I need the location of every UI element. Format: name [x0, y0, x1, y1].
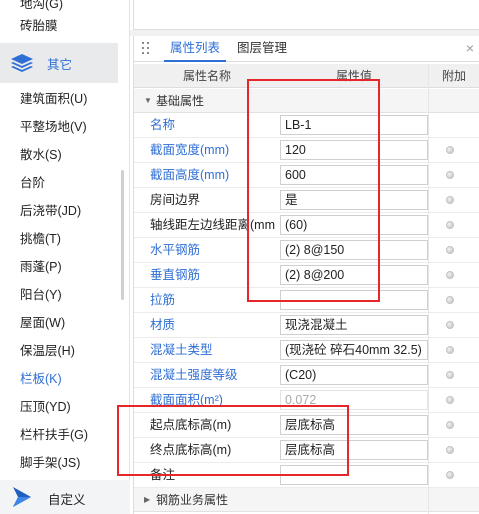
- property-name: 拉筋: [150, 293, 176, 307]
- property-value-field[interactable]: [280, 290, 428, 310]
- close-icon[interactable]: ×: [466, 40, 474, 56]
- drawing-area-top[interactable]: [133, 0, 479, 30]
- property-value-field[interactable]: 0.072: [280, 390, 428, 410]
- custom-play-icon: [13, 487, 31, 507]
- attach-checkbox[interactable]: [446, 246, 454, 254]
- sidebar-item-parapet[interactable]: 栏板(K): [20, 369, 62, 389]
- sidebar-item-canopy[interactable]: 雨蓬(P): [20, 257, 62, 277]
- header-value: 属性值: [335, 69, 372, 83]
- property-value-field[interactable]: (60): [280, 215, 428, 235]
- sidebar-item-steps[interactable]: 台阶: [20, 173, 45, 193]
- property-name: 混凝土强度等级: [150, 368, 238, 382]
- attach-checkbox[interactable]: [446, 371, 454, 379]
- sidebar-item-brick-mold[interactable]: 砖胎膜: [20, 16, 58, 36]
- sidebar-item-post-pour-strip[interactable]: 后浇带(JD): [20, 201, 81, 221]
- property-panel: 属性列表 图层管理 × 属性名称 属性值 附加 ▼ 基础属性 名称 LB-1 截面宽…: [133, 36, 479, 514]
- property-value-field[interactable]: (C20): [280, 365, 428, 385]
- property-name: 截面高度(mm): [150, 168, 230, 182]
- attach-checkbox[interactable]: [446, 296, 454, 304]
- sidebar-item-cornice[interactable]: 挑檐(T): [20, 229, 61, 249]
- property-value-field[interactable]: 120: [280, 140, 428, 160]
- property-name: 起点底标高(m): [150, 418, 232, 432]
- property-value-field[interactable]: LB-1: [280, 115, 428, 135]
- sidebar-item-apron[interactable]: 散水(S): [20, 145, 62, 165]
- panel-tabs: 属性列表 图层管理 ×: [134, 36, 479, 62]
- section-basic-label: 基础属性: [156, 94, 205, 108]
- sidebar-item-site-leveling[interactable]: 平整场地(V): [20, 117, 87, 137]
- tab-property-list[interactable]: 属性列表: [164, 36, 227, 62]
- drag-grip-icon[interactable]: [142, 42, 150, 56]
- column-divider: [428, 64, 429, 514]
- property-name: 备注: [150, 468, 176, 482]
- property-name: 房间边界: [150, 193, 201, 207]
- attach-checkbox[interactable]: [446, 471, 454, 479]
- sidebar-item-coping[interactable]: 压顶(YD): [20, 397, 71, 417]
- component-sidebar: 地沟(G) 砖胎膜 其它 建筑面积(U) 平整场地(V) 散水(S) 台阶 后浇…: [0, 0, 130, 514]
- property-value-field[interactable]: 层底标高: [280, 415, 428, 435]
- property-name: 终点底标高(m): [150, 443, 232, 457]
- sidebar-item-balcony[interactable]: 阳台(Y): [20, 285, 62, 305]
- sidebar-item-ditch[interactable]: 地沟(G): [20, 0, 63, 14]
- attach-checkbox[interactable]: [446, 396, 454, 404]
- sidebar-item-railing[interactable]: 栏杆扶手(G): [20, 425, 88, 445]
- property-value-field[interactable]: 是: [280, 190, 428, 210]
- property-value-field[interactable]: (现浇砼 碎石40mm 32.5): [280, 340, 428, 360]
- sidebar-item-insulation[interactable]: 保温层(H): [20, 341, 75, 361]
- tab-layer-management[interactable]: 图层管理: [231, 36, 293, 62]
- sidebar-group-label: 其它: [47, 58, 73, 72]
- sidebar-custom-group[interactable]: 自定义: [0, 480, 130, 514]
- attach-checkbox[interactable]: [446, 271, 454, 279]
- property-name: 名称: [150, 118, 176, 132]
- property-name: 水平钢筋: [150, 243, 201, 257]
- property-value-field[interactable]: [280, 465, 428, 485]
- attach-checkbox[interactable]: [446, 171, 454, 179]
- property-name: 截面宽度(mm): [150, 143, 230, 157]
- header-extra: 附加: [441, 69, 466, 83]
- attach-checkbox[interactable]: [446, 346, 454, 354]
- attach-checkbox[interactable]: [446, 321, 454, 329]
- sidebar-group-other[interactable]: 其它: [0, 43, 118, 83]
- header-name: 属性名称: [182, 69, 231, 83]
- attach-checkbox[interactable]: [446, 221, 454, 229]
- attach-checkbox[interactable]: [446, 446, 454, 454]
- layers-icon: [11, 54, 33, 72]
- sidebar-item-scaffold[interactable]: 脚手架(JS): [20, 453, 80, 473]
- property-name: 截面面积(m²): [150, 393, 223, 407]
- property-value-field[interactable]: 600: [280, 165, 428, 185]
- sidebar-item-building-area[interactable]: 建筑面积(U): [20, 89, 87, 109]
- property-name: 混凝土类型: [150, 343, 213, 357]
- property-value-field[interactable]: 现浇混凝土: [280, 315, 428, 335]
- sidebar-custom-label: 自定义: [48, 493, 86, 507]
- property-value-field[interactable]: 层底标高: [280, 440, 428, 460]
- property-name: 垂直钢筋: [150, 268, 201, 282]
- property-name: 材质: [150, 318, 176, 332]
- expand-triangle-icon: ▶: [144, 495, 151, 504]
- property-name: 轴线距左边线距离(mm): [150, 218, 275, 232]
- sidebar-scrollbar[interactable]: [121, 170, 124, 300]
- attach-checkbox[interactable]: [446, 146, 454, 154]
- sidebar-item-roof[interactable]: 屋面(W): [20, 313, 65, 333]
- collapse-triangle-icon: ▼: [144, 96, 152, 105]
- section-rebar-label: 钢筋业务属性: [156, 493, 229, 507]
- attach-checkbox[interactable]: [446, 421, 454, 429]
- property-value-field[interactable]: (2) 8@200: [280, 265, 428, 285]
- property-value-field[interactable]: (2) 8@150: [280, 240, 428, 260]
- attach-checkbox[interactable]: [446, 196, 454, 204]
